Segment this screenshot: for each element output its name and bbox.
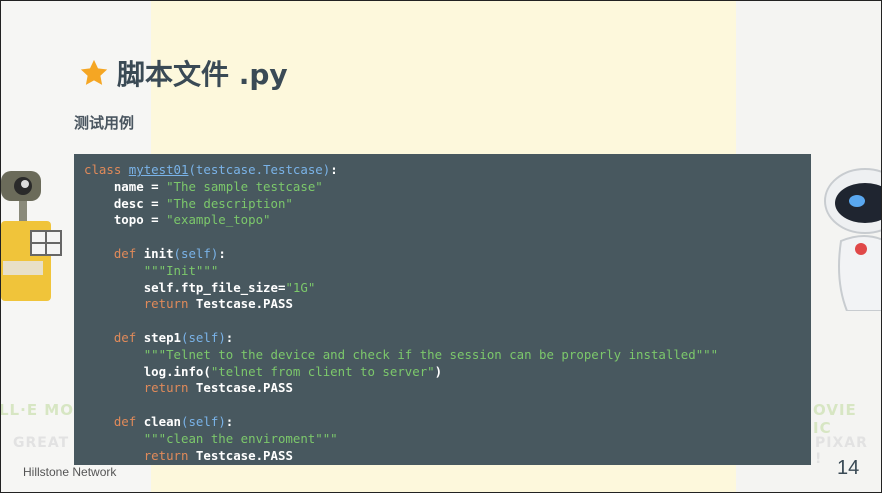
code-line: return Testcase.PASS — [84, 448, 811, 465]
code-keyword: def — [113, 329, 137, 345]
code-op: = — [143, 195, 167, 211]
code-op: = — [143, 178, 167, 194]
code-string: "The description" — [166, 195, 293, 211]
code-ident: desc — [113, 195, 144, 211]
code-punct: : — [330, 162, 338, 177]
code-block: class mytest01(testcase.Testcase): name … — [74, 154, 811, 465]
code-func-name: clean — [143, 413, 182, 429]
code-args: (self) — [181, 413, 226, 429]
footer-company: Hillstone Network — [23, 465, 117, 479]
background-sub-left: GREAT — [13, 435, 70, 451]
code-punct: ) — [434, 363, 443, 379]
slide: LL·E MO GREAT OVIE IC PIXAR ! 脚本文件 .py 测… — [0, 0, 882, 493]
code-keyword: def — [113, 413, 137, 429]
code-ident: topo — [113, 212, 144, 228]
code-keyword: class — [84, 162, 122, 177]
code-keyword: return — [143, 380, 189, 396]
code-line: desc = "The description" — [84, 196, 811, 213]
background-caption-right: OVIE IC — [813, 401, 857, 437]
code-args: (self) — [173, 245, 219, 261]
code-keyword: def — [113, 245, 137, 261]
slide-title: 脚本文件 .py — [79, 53, 288, 93]
slide-subtitle: 测试用例 — [74, 114, 135, 132]
code-line: """Init""" — [84, 263, 811, 280]
code-keyword: return — [143, 296, 189, 312]
code-line: def init(self): — [84, 246, 811, 263]
code-line: topo = "example_topo" — [84, 212, 811, 229]
code-line: """clean the enviroment""" — [84, 431, 811, 448]
code-class-name: mytest01 — [128, 162, 189, 177]
code-args: (testcase.Testcase) — [188, 162, 331, 177]
code-line: def step1(self): — [84, 330, 811, 347]
code-docstring: """Telnet to the device and check if the… — [143, 346, 719, 362]
code-line: """Telnet to the device and check if the… — [84, 347, 811, 364]
code-string: "example_topo" — [166, 212, 271, 228]
code-string: "1G" — [285, 279, 316, 295]
code-line: log.info("telnet from client to server") — [84, 364, 811, 381]
code-line: def clean(self): — [84, 414, 811, 431]
code-punct: : — [225, 413, 234, 429]
slide-title-text: 脚本文件 .py — [117, 58, 288, 91]
code-string: "telnet from client to server" — [210, 363, 435, 379]
code-op: = — [143, 212, 167, 228]
code-ident: self.ftp_file_size — [143, 279, 278, 295]
code-punct: : — [218, 245, 226, 261]
code-docstring: """Init""" — [143, 262, 219, 278]
code-func-name: step1 — [143, 329, 182, 345]
code-line: self.ftp_file_size="1G" — [84, 280, 811, 297]
code-value: Testcase.PASS — [195, 380, 293, 396]
code-punct: : — [225, 329, 234, 345]
walle-robot-icon — [1, 171, 62, 301]
page-number: 14 — [837, 457, 860, 479]
background-caption-left: LL·E MO — [0, 401, 74, 419]
code-line: return Testcase.PASS — [84, 380, 811, 397]
code-value: Testcase.PASS — [195, 447, 293, 463]
star-icon — [80, 59, 108, 85]
eve-robot-icon — [824, 168, 881, 311]
code-func-name: init — [143, 245, 174, 261]
code-string: "The sample testcase" — [166, 178, 323, 194]
code-ident: name — [113, 178, 144, 194]
code-line: class mytest01(testcase.Testcase): — [84, 162, 811, 179]
code-line: return Testcase.PASS — [84, 296, 811, 313]
code-value: Testcase.PASS — [195, 296, 293, 312]
code-line: name = "The sample testcase" — [84, 179, 811, 196]
code-args: (self) — [181, 329, 226, 345]
code-ident: log.info( — [143, 363, 211, 379]
code-docstring: """clean the enviroment""" — [143, 430, 338, 446]
code-keyword: return — [143, 447, 189, 463]
